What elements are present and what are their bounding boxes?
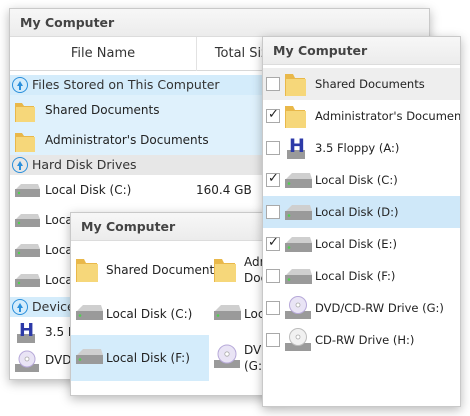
hard-disk-icon [74,342,104,373]
checkbox[interactable] [266,205,280,219]
check-list-label: DVD/CD-RW Drive (G:) [315,301,444,315]
hard-disk-icon [212,298,242,329]
svg-text:H: H [19,320,34,341]
check-list-item[interactable]: H 3.5 Floppy (A:) [263,132,460,165]
checkbox[interactable] [266,269,280,283]
svg-text:H: H [289,135,305,157]
checkbox[interactable] [266,141,280,155]
window-title: My Computer [71,213,287,241]
check-list-label: Local Disk (D:) [315,205,399,219]
check-list-item[interactable]: Local Disk (F:) [263,260,460,293]
check-list-item[interactable]: CD-RW Drive (H:) [263,324,460,357]
dvd-drive-icon [212,342,242,375]
folder-icon [13,98,37,127]
hard-disk-icon [13,208,41,235]
window-title: My Computer [10,9,429,37]
hard-disk-icon [283,198,313,229]
check-list-item[interactable]: Administrator's Documents [263,100,461,133]
tile-local-disk-c[interactable]: Local Disk (C:) [71,291,209,337]
hard-disk-icon [13,268,41,295]
check-list-item[interactable]: Local Disk (C:) [263,164,460,197]
hard-disk-icon [283,166,313,197]
tile-shared-documents[interactable]: Shared Documents [71,247,220,293]
check-list-item[interactable]: Local Disk (E:) [263,228,460,261]
checkbox[interactable] [266,171,280,187]
hard-disk-icon [283,230,313,261]
checkbox[interactable] [266,77,280,91]
tile-local-disk-f[interactable]: Local Disk (F:) [71,335,209,381]
column-file-name[interactable]: File Name [10,37,196,71]
folder-icon [74,254,100,287]
collapse-arrow-icon[interactable] [12,157,28,173]
hard-disk-icon [13,238,41,265]
hard-disk-icon [74,298,104,329]
check-list-item[interactable]: Shared Documents [263,68,460,101]
group-label: Files Stored on This Computer [32,77,220,92]
collapse-arrow-icon[interactable] [12,299,28,315]
group-label: Hard Disk Drives [32,157,137,172]
window-title: My Computer [263,37,460,65]
folder-icon [13,128,37,157]
folder-icon [283,70,309,101]
check-list-label: Shared Documents [315,77,425,91]
check-list-label: Local Disk (F:) [315,269,396,283]
checkbox[interactable] [266,235,280,251]
icons-window: My Computer Shared Documents Administrat… [70,212,288,396]
dvd-drive-icon [13,348,41,379]
checkbox[interactable] [266,301,280,315]
collapse-arrow-icon[interactable] [12,77,28,93]
folder-icon [283,102,309,133]
checkbox[interactable] [266,107,280,123]
checkbox[interactable] [266,333,280,347]
dvd-drive-icon [283,294,313,325]
hard-disk-icon [13,178,41,205]
folder-icon [212,254,238,287]
check-list-label: Administrator's Documents [315,109,461,123]
hard-disk-icon [283,262,313,293]
check-list-item[interactable]: Local Disk (D:) [263,196,460,229]
checklist-window: My Computer Shared Documents Administrato… [262,36,461,407]
check-list-item[interactable]: DVD/CD-RW Drive (G:) [263,292,460,325]
cd-drive-icon [283,326,313,357]
check-list-label: Local Disk (E:) [315,237,397,251]
check-list-label: CD-RW Drive (H:) [315,333,415,347]
check-list-label: 3.5 Floppy (A:) [315,141,400,155]
floppy-icon: H [283,134,309,165]
check-list-label: Local Disk (C:) [315,173,398,187]
